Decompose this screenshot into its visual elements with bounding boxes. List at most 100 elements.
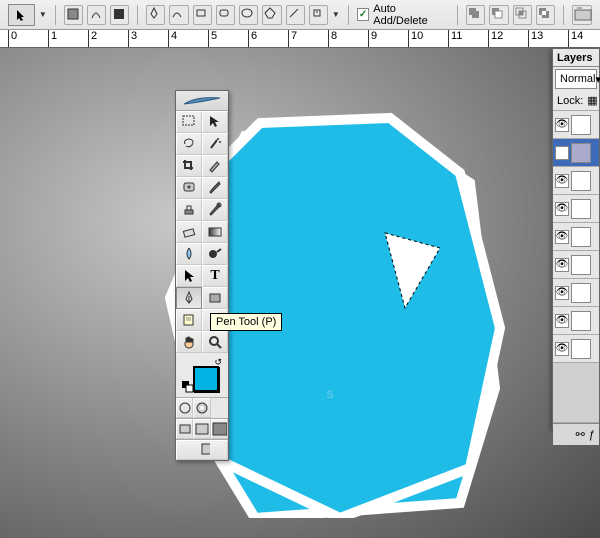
quick-mask-mode[interactable]: [193, 398, 210, 418]
shape-polygon[interactable]: [262, 5, 281, 25]
visibility-toggle[interactable]: 👁: [555, 342, 569, 356]
screen-mode-row: [176, 418, 228, 439]
jump-to-imageready[interactable]: [176, 440, 228, 460]
dropdown-arrow-icon[interactable]: ▼: [39, 10, 47, 19]
visibility-toggle[interactable]: 👁: [555, 118, 569, 132]
tool-preset-picker[interactable]: [8, 4, 35, 26]
slice-tool[interactable]: [202, 155, 228, 177]
layer-thumbnail: [571, 255, 591, 275]
horizontal-ruler: 0 1 2 3 4 5 6 7 8 9 10 11 12 13 14: [0, 30, 600, 48]
standard-mode[interactable]: [176, 398, 193, 418]
brush-tool[interactable]: [202, 177, 228, 199]
layers-tab[interactable]: Layers: [553, 49, 599, 67]
magic-wand-tool[interactable]: [202, 133, 228, 155]
separator: [457, 5, 458, 25]
crop-tool[interactable]: [176, 155, 202, 177]
palette-well-icon[interactable]: [572, 5, 592, 25]
layer-row[interactable]: 👁: [553, 251, 599, 279]
layer-row[interactable]: 👁: [553, 335, 599, 363]
shape-custom[interactable]: [309, 5, 328, 25]
toolbox-header[interactable]: [176, 91, 228, 111]
rectangle-tool[interactable]: [202, 287, 228, 309]
layers-footer: ⚯ ƒ: [553, 423, 599, 445]
dropdown-arrow-icon[interactable]: ▼: [332, 10, 340, 19]
visibility-toggle[interactable]: 👁: [555, 202, 569, 216]
zoom-tool[interactable]: [202, 331, 228, 353]
blend-mode-select[interactable]: Normal▾: [555, 69, 597, 89]
layer-thumbnail: [571, 227, 591, 247]
visibility-toggle[interactable]: 👁: [555, 258, 569, 272]
path-op-add[interactable]: [466, 5, 485, 25]
dropdown-arrow-icon: ▾: [595, 73, 600, 86]
visibility-toggle[interactable]: 👁: [555, 230, 569, 244]
layer-thumbnail: [571, 171, 591, 191]
layer-row[interactable]: 👁: [553, 307, 599, 335]
paths-mode[interactable]: [87, 5, 106, 25]
hand-tool[interactable]: [176, 331, 202, 353]
link-layers-icon[interactable]: ⚯: [576, 428, 585, 441]
move-tool[interactable]: [202, 111, 228, 133]
full-menu-screen[interactable]: [193, 419, 210, 439]
clone-stamp-tool[interactable]: [176, 199, 202, 221]
toolbox: T ↺: [175, 90, 229, 461]
full-screen[interactable]: [211, 419, 228, 439]
shape-ellipse[interactable]: [239, 5, 258, 25]
shape-round-rect[interactable]: [216, 5, 235, 25]
lock-transparency-icon[interactable]: ▦: [587, 94, 597, 107]
visibility-toggle[interactable]: 👁: [555, 286, 569, 300]
path-op-exclude[interactable]: [536, 5, 555, 25]
type-tool[interactable]: T: [202, 265, 228, 287]
shape-line[interactable]: [286, 5, 305, 25]
visibility-toggle[interactable]: 👁: [555, 174, 569, 188]
eraser-tool[interactable]: [176, 221, 202, 243]
standard-screen[interactable]: [176, 419, 193, 439]
separator: [137, 5, 138, 25]
layer-row[interactable]: 👁: [553, 279, 599, 307]
layer-row[interactable]: 👁: [553, 223, 599, 251]
jump-to-row: [176, 439, 228, 460]
fill-pixels-mode[interactable]: [110, 5, 129, 25]
layer-row[interactable]: 👁: [553, 167, 599, 195]
shape-layers-mode[interactable]: [64, 5, 83, 25]
path-op-intersect[interactable]: [513, 5, 532, 25]
separator: [563, 5, 564, 25]
quick-mask-row: [176, 397, 228, 418]
blur-tool[interactable]: [176, 243, 202, 265]
layers-empty-area: [553, 363, 599, 423]
lasso-tool[interactable]: [176, 133, 202, 155]
healing-brush-tool[interactable]: [176, 177, 202, 199]
canvas[interactable]: S: [0, 48, 600, 538]
visibility-toggle[interactable]: 👁: [555, 146, 569, 160]
options-bar: ▼ ▼ ✓ Auto Add/Delete: [0, 0, 600, 30]
visibility-toggle[interactable]: 👁: [555, 314, 569, 328]
layer-row[interactable]: 👁: [553, 139, 599, 167]
path-selection-tool[interactable]: [176, 265, 202, 287]
history-brush-tool[interactable]: [202, 199, 228, 221]
layer-row[interactable]: 👁: [553, 195, 599, 223]
foreground-color[interactable]: [193, 366, 219, 392]
auto-add-delete-label: Auto Add/Delete: [373, 3, 449, 27]
lock-options: Lock:▦: [553, 91, 599, 111]
layer-thumbnail: [571, 283, 591, 303]
layer-style-icon[interactable]: ƒ: [589, 429, 595, 441]
gradient-tool[interactable]: [202, 221, 228, 243]
pen-tool[interactable]: [176, 287, 202, 309]
layer-thumbnail: [571, 339, 591, 359]
pen-variant-1[interactable]: [146, 5, 165, 25]
tooltip: Pen Tool (P): [210, 313, 282, 331]
layer-thumbnail: [571, 115, 591, 135]
layer-thumbnail: [571, 311, 591, 331]
layer-thumbnail: [571, 143, 591, 163]
marquee-tool[interactable]: [176, 111, 202, 133]
layers-panel: Layers Normal▾ Lock:▦ 👁 👁 👁 👁 👁 👁 👁 👁 👁 …: [552, 48, 600, 428]
shape-rect[interactable]: [193, 5, 212, 25]
dodge-tool[interactable]: [202, 243, 228, 265]
notes-tool[interactable]: [176, 309, 202, 331]
layer-row[interactable]: 👁: [553, 111, 599, 139]
separator: [348, 5, 349, 25]
pen-variant-2[interactable]: [169, 5, 188, 25]
path-op-subtract[interactable]: [489, 5, 508, 25]
auto-add-delete-checkbox[interactable]: ✓: [357, 8, 370, 21]
color-swatches[interactable]: ↺: [176, 353, 228, 397]
separator: [55, 5, 56, 25]
